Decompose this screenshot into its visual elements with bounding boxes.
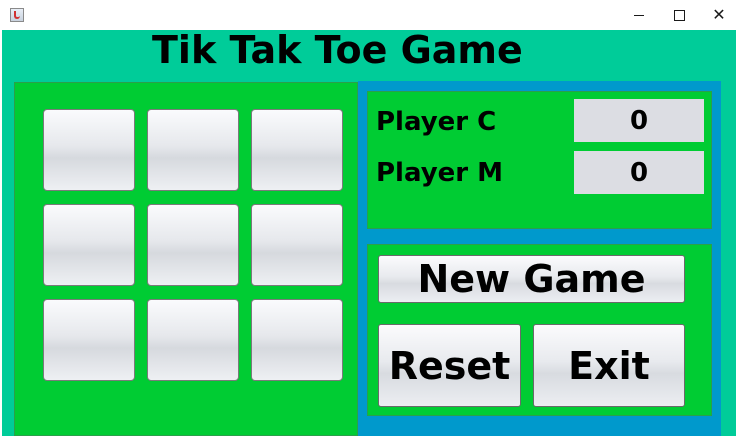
board-panel: [14, 82, 358, 436]
exit-button[interactable]: Exit: [533, 324, 685, 407]
board-cell-3[interactable]: [251, 109, 343, 191]
java-app-icon: [10, 8, 24, 22]
new-game-button[interactable]: New Game: [378, 255, 685, 303]
side-frame: Player C 0 Player M 0 New Game Reset Exi…: [358, 81, 721, 436]
minimize-icon: [634, 14, 644, 16]
board-cell-1[interactable]: [43, 109, 135, 191]
player-c-label: Player C: [376, 107, 497, 137]
score-panel: Player C 0 Player M 0: [367, 91, 712, 229]
maximize-icon: [673, 9, 685, 21]
board-cell-4[interactable]: [43, 204, 135, 286]
board-cell-8[interactable]: [147, 299, 239, 381]
close-icon: ✕: [712, 5, 726, 24]
game-window-content: Tik Tak Toe Game Player C 0 Player M 0 N…: [2, 28, 736, 436]
close-button[interactable]: ✕: [696, 0, 738, 30]
board-cell-5[interactable]: [147, 204, 239, 286]
board-cell-2[interactable]: [147, 109, 239, 191]
player-c-score: 0: [574, 99, 704, 142]
player-m-score: 0: [574, 151, 704, 194]
player-m-label: Player M: [376, 158, 504, 188]
board-cell-6[interactable]: [251, 204, 343, 286]
window-titlebar: ✕: [0, 0, 738, 30]
board-cell-9[interactable]: [251, 299, 343, 381]
board-cell-7[interactable]: [43, 299, 135, 381]
game-title: Tik Tak Toe Game: [152, 28, 523, 72]
control-panel: New Game Reset Exit: [367, 244, 712, 416]
reset-button[interactable]: Reset: [378, 324, 521, 407]
